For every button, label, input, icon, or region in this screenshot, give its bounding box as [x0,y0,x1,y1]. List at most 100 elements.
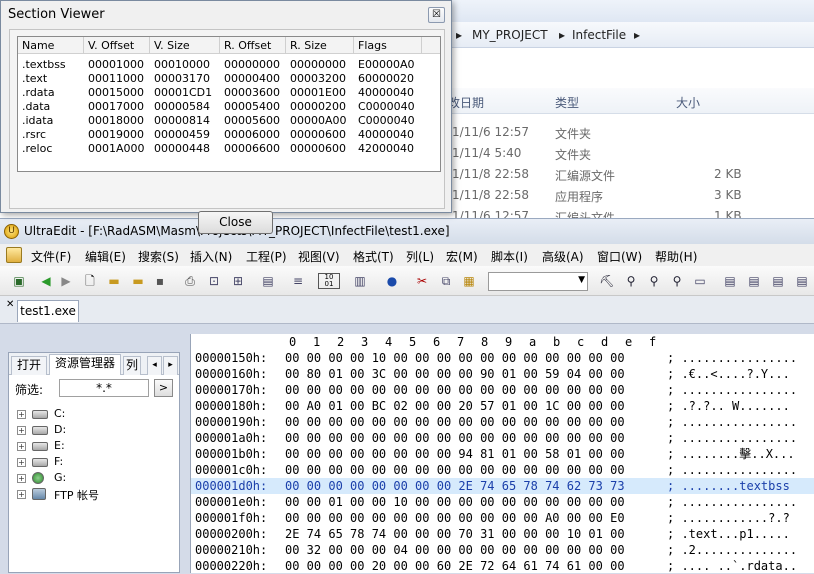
hex-row[interactable]: 00000200h: 2E 74 65 78 74 00 00 00 70 31 … [191,526,814,542]
expand-icon[interactable]: + [17,442,26,451]
replace-in-files-icon[interactable]: ⚲ [669,273,685,289]
word-wrap-icon[interactable]: ≡ [290,273,306,289]
hex-ascii[interactable]: ; ................ [667,414,797,430]
explorer-row[interactable]: 1/11/8 22:58 应用程序 3 KB [448,185,814,206]
hex-ascii[interactable]: ; .text...p1..... [667,526,790,542]
back-arrow-icon[interactable]: ◀ [38,273,54,289]
align-center-icon[interactable]: ▤ [746,273,762,289]
close-icon[interactable]: ☒ [428,7,445,23]
align-right-icon[interactable]: ▤ [770,273,786,289]
hex-row[interactable]: 000001a0h: 00 00 00 00 00 00 00 00 00 00 … [191,430,814,446]
explorer-row[interactable]: 1/11/6 12:57 文件夹 [448,122,814,143]
forward-arrow-icon[interactable]: ▶ [58,273,74,289]
clipboard-combobox[interactable]: ▼ [488,272,588,291]
hex-bytes[interactable]: 00 32 00 00 00 04 00 00 00 00 00 00 00 0… [285,542,625,558]
explorer-row[interactable]: 1/11/4 5:40 文件夹 [448,143,814,164]
paste-icon[interactable]: ▦ [461,273,477,289]
filter-apply-button[interactable]: > [154,379,173,397]
hex-row[interactable]: 000001f0h: 00 00 00 00 00 00 00 00 00 00 … [191,510,814,526]
hex-ascii[interactable]: ; ................ [667,462,797,478]
hex-bytes[interactable]: 00 00 00 00 00 00 00 00 00 00 00 00 A0 0… [285,510,625,526]
open-folder-icon[interactable]: ▬ [106,273,122,289]
section-row[interactable]: .text 00011000 00003170 00000400 00003200 600… [18,72,440,86]
print-preview-icon[interactable]: ⊡ [206,273,222,289]
expand-icon[interactable]: + [17,458,26,467]
hex-bytes[interactable]: 00 00 00 00 00 00 00 00 94 81 01 00 58 0… [285,446,625,462]
column-header-name[interactable]: Name [18,37,84,54]
hex-row[interactable]: 000001d0h: 00 00 00 00 00 00 00 00 2E 74 … [191,478,814,494]
hex-bytes[interactable]: 00 A0 01 00 BC 02 00 00 20 57 01 00 1C 0… [285,398,625,414]
new-file-icon[interactable]: 🗋 [82,273,98,289]
hex-bytes[interactable]: 00 00 00 00 10 00 00 00 00 00 00 00 00 0… [285,350,625,366]
menu-window[interactable]: 窗口(W) [597,248,642,265]
print-setup-icon[interactable]: ⊞ [230,273,246,289]
scroll-right-icon[interactable]: ▸ [163,356,178,375]
section-row[interactable]: .rsrc 00019000 00000459 00006000 00000600 400… [18,128,440,142]
tab-list[interactable]: 列 [123,356,142,375]
tab-explorer[interactable]: 资源管理器 [49,354,122,375]
hex-bytes[interactable]: 00 00 00 00 20 00 00 60 2E 72 64 61 74 6… [285,558,625,574]
hex-ascii[interactable]: ; ................ [667,382,797,398]
hex-bytes[interactable]: 00 80 01 00 3C 00 00 00 00 90 01 00 59 0… [285,366,625,382]
hex-ascii[interactable]: ; ................ [667,494,797,510]
align-left-icon[interactable]: ▤ [722,273,738,289]
hex-row[interactable]: 00000210h: 00 32 00 00 00 04 00 00 00 00 … [191,542,814,558]
section-row[interactable]: .textbss 00001000 00010000 00000000 00000000… [18,58,440,72]
hex-ascii[interactable]: ; ........擊..X... [667,446,795,462]
hex-bytes[interactable]: 00 00 00 00 00 00 00 00 00 00 00 00 00 0… [285,430,625,446]
hex-ascii[interactable]: ; .?.?.. W....... [667,398,790,414]
menu-macro[interactable]: 宏(M) [446,248,478,265]
column-header-voffset[interactable]: V. Offset [84,37,150,54]
menu-advanced[interactable]: 高级(A) [542,248,584,265]
hex-bytes[interactable]: 00 00 00 00 00 00 00 00 2E 74 65 78 74 6… [285,478,625,494]
hex-row[interactable]: 00000150h: 00 00 00 00 10 00 00 00 00 00 … [191,350,814,366]
hex-ascii[interactable]: ; ........textbss [667,478,790,494]
filter-input[interactable]: *.* [59,379,149,397]
column-header-vsize[interactable]: V. Size [150,37,220,54]
menu-script[interactable]: 脚本(I) [491,248,528,265]
scroll-left-icon[interactable]: ◂ [147,356,162,375]
goto-icon[interactable]: ▭ [692,273,708,289]
tab-open[interactable]: 打开 [11,356,48,375]
section-row[interactable]: .data 00017000 00000584 00005400 00000200 C00… [18,100,440,114]
hex-ascii[interactable]: ; .... ..`.rdata.. [667,558,797,574]
replace-icon[interactable]: ⚲ [646,273,662,289]
hex-bytes[interactable]: 00 00 01 00 00 10 00 00 00 00 00 00 00 0… [285,494,625,510]
menu-column[interactable]: 列(L) [406,248,434,265]
print-icon[interactable]: ⎙ [182,273,198,289]
hex-row[interactable]: 00000170h: 00 00 00 00 00 00 00 00 00 00 … [191,382,814,398]
column-header-date[interactable]: 改日期 [448,94,484,111]
hex-row[interactable]: 00000180h: 00 A0 01 00 BC 02 00 00 20 57 … [191,398,814,414]
toolbar-extra-icon[interactable]: ▣ [11,273,27,289]
menu-edit[interactable]: 编辑(E) [85,248,126,265]
column-header-flags[interactable]: Flags [354,37,422,54]
save-icon[interactable]: ▪ [152,273,168,289]
menu-file[interactable]: 文件(F) [31,248,71,265]
copy-icon[interactable]: ⧉ [438,273,454,289]
hex-ascii[interactable]: ; .2.............. [667,542,797,558]
column-mode-icon[interactable]: ▥ [352,273,368,289]
section-row[interactable]: .reloc 0001A000 00000448 00006600 00000600 42… [18,142,440,156]
hex-ascii[interactable]: ; .€..<....?.Y... [667,366,790,382]
menu-search[interactable]: 搜索(S) [138,248,179,265]
tab-test1-exe[interactable]: test1.exe [17,300,79,322]
hex-editor[interactable]: 0 1 2 3 4 5 6 7 8 9 a b c d e f 00000150h: 00 00 00 00 1… [190,334,814,573]
explorer-address-bar[interactable]: ▸ MY_PROJECT ▸ InfectFile ▸ [448,22,814,48]
expand-icon[interactable]: + [17,490,26,499]
hex-ascii[interactable]: ; ................ [667,350,797,366]
hex-row[interactable]: 000001b0h: 00 00 00 00 00 00 00 00 94 81 … [191,446,814,462]
cut-icon[interactable]: ✂ [414,273,430,289]
column-header-rsize[interactable]: R. Size [286,37,354,54]
explorer-row[interactable]: 1/11/8 22:58 汇编源文件 2 KB [448,164,814,185]
close-button[interactable]: Close [198,211,273,234]
expand-icon[interactable]: + [17,426,26,435]
breadcrumb-item[interactable]: InfectFile [572,28,626,42]
menu-view[interactable]: 视图(V) [298,248,340,265]
sections-list[interactable]: Name V. Offset V. Size R. Offset R. Size… [17,36,441,172]
hex-bytes[interactable]: 00 00 00 00 00 00 00 00 00 00 00 00 00 0… [285,382,625,398]
column-header-type[interactable]: 类型 [555,94,579,111]
hex-mode-icon[interactable]: 10 01 [318,273,340,289]
hex-ascii[interactable]: ; ............?.? [667,510,790,526]
justify-icon[interactable]: ▤ [794,273,810,289]
hex-row[interactable]: 00000160h: 00 80 01 00 3C 00 00 00 00 90 … [191,366,814,382]
